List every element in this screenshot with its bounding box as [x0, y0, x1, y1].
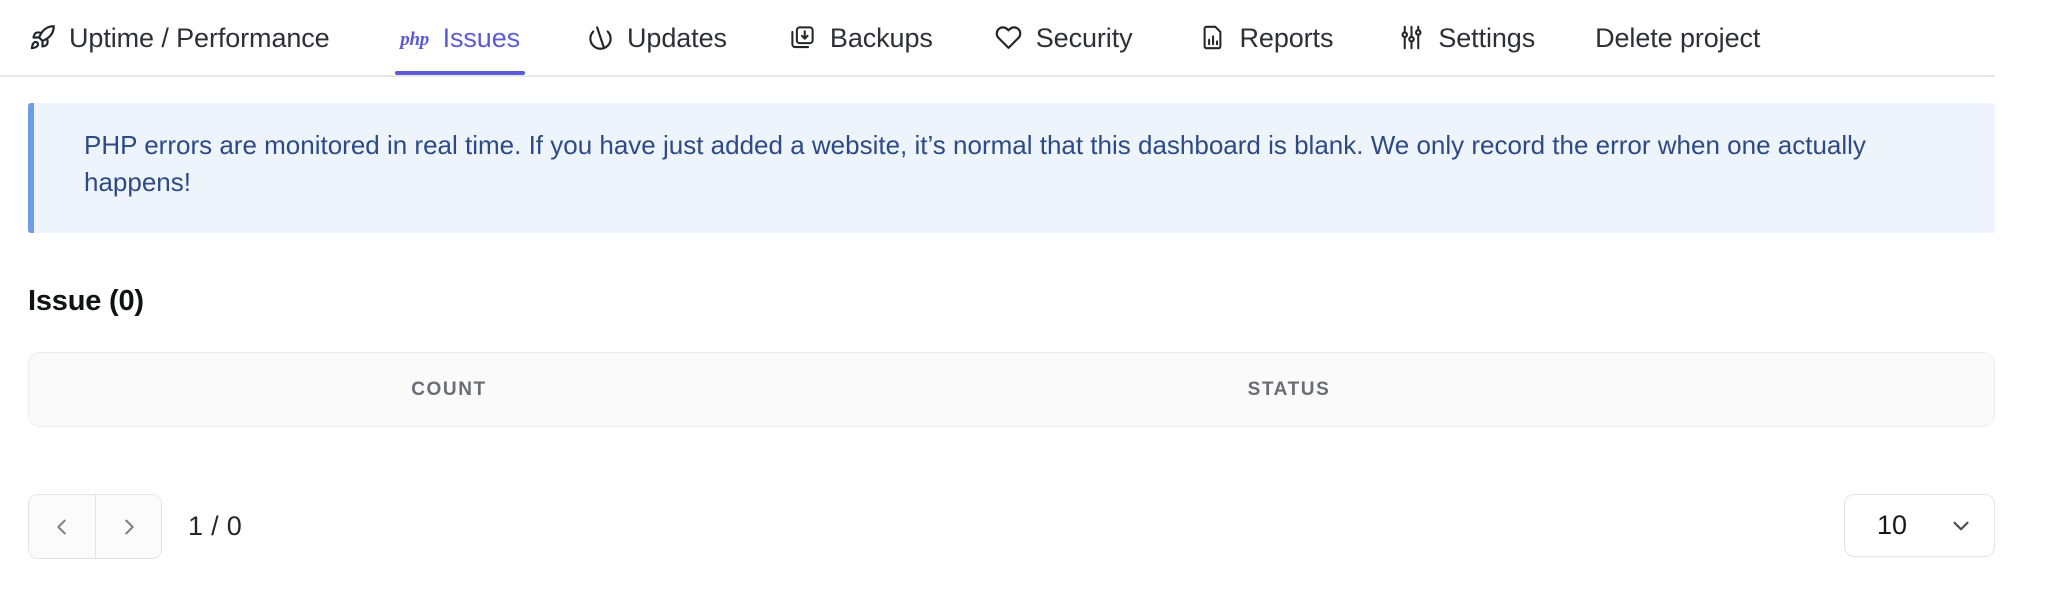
active-tab-indicator: [394, 71, 526, 75]
tab-label: Security: [1035, 23, 1133, 53]
pagination-controls: 1 / 0: [28, 494, 242, 559]
tab-delete-project[interactable]: Delete project: [1595, 0, 1760, 75]
column-header-count: COUNT: [411, 378, 487, 400]
previous-page-button[interactable]: [29, 495, 95, 558]
backup-download-icon: [789, 24, 817, 52]
tab-label: Reports: [1239, 23, 1334, 53]
tab-label: Backups: [829, 23, 933, 53]
page-indicator: 1 / 0: [188, 511, 243, 541]
tab-label: Issues: [442, 23, 521, 53]
tab-reports[interactable]: Reports: [1199, 0, 1334, 75]
tab-issues[interactable]: php Issues: [394, 0, 526, 75]
page-title: Issue (0): [28, 285, 144, 317]
tab-security[interactable]: Security: [995, 0, 1133, 75]
info-alert-message: PHP errors are monitored in real time. I…: [84, 130, 1866, 197]
pagination-button-group: [28, 494, 162, 559]
issues-table: COUNT STATUS: [28, 352, 1995, 427]
tab-settings[interactable]: Settings: [1397, 0, 1535, 75]
sliders-icon: [1397, 24, 1425, 52]
page-size-select[interactable]: 10: [1844, 494, 1995, 557]
tab-backups[interactable]: Backups: [789, 0, 933, 75]
report-document-icon: [1199, 24, 1227, 52]
chevron-down-icon: [1948, 513, 1974, 539]
chevron-left-icon: [51, 516, 73, 538]
column-header-status: STATUS: [1247, 378, 1331, 400]
project-tab-bar: Uptime / Performance php Issues Updates: [0, 0, 1995, 77]
page-size-value: 10: [1877, 510, 1908, 540]
tab-label: Settings: [1438, 23, 1536, 53]
tab-updates[interactable]: Updates: [586, 0, 727, 75]
heart-icon: [995, 24, 1023, 52]
rocket-icon: [28, 24, 56, 52]
issues-page: Uptime / Performance php Issues Updates: [0, 0, 2048, 606]
chevron-right-icon: [118, 516, 140, 538]
table-header-row: COUNT STATUS: [29, 353, 1994, 426]
tab-label: Delete project: [1595, 23, 1761, 53]
tab-uptime-performance[interactable]: Uptime / Performance: [28, 0, 330, 75]
next-page-button[interactable]: [95, 495, 161, 558]
tab-label: Uptime / Performance: [69, 23, 330, 53]
tab-label: Updates: [627, 23, 727, 53]
plug-icon: [586, 24, 614, 52]
php-icon: php: [400, 28, 429, 50]
info-alert: PHP errors are monitored in real time. I…: [28, 103, 1995, 233]
